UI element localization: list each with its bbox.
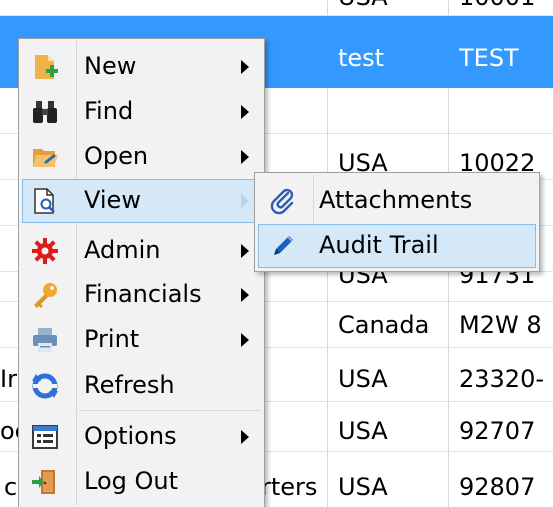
country-cell: test bbox=[338, 44, 385, 72]
view-submenu: Attachments Audit Trail bbox=[254, 172, 540, 272]
country-cell: USA bbox=[338, 0, 388, 12]
menu-item-print[interactable]: Print bbox=[22, 318, 261, 362]
menu-item-view[interactable]: View bbox=[22, 179, 261, 223]
name-cell-tail: rters bbox=[261, 473, 318, 501]
new-document-icon bbox=[35, 55, 58, 79]
menu-item-label: Log Out bbox=[84, 467, 179, 495]
menu-item-label: Admin bbox=[84, 236, 161, 264]
submenu-item-attachments[interactable]: Attachments bbox=[258, 179, 536, 223]
submenu-arrow-icon bbox=[241, 244, 249, 258]
zip-cell: TEST bbox=[459, 44, 519, 72]
paperclip-icon bbox=[270, 188, 294, 215]
submenu-arrow-icon bbox=[241, 288, 249, 302]
country-cell: USA bbox=[338, 417, 388, 445]
submenu-arrow-icon bbox=[241, 60, 249, 74]
menu-item-label: Open bbox=[84, 142, 149, 170]
table-row[interactable]: USA 10001 bbox=[0, 0, 553, 16]
menu-item-label: Options bbox=[84, 422, 177, 450]
menu-item-log-out[interactable]: Log Out bbox=[22, 460, 261, 504]
name-cell: c bbox=[4, 473, 18, 501]
menu-item-admin[interactable]: Admin bbox=[22, 229, 261, 273]
pencil-icon bbox=[274, 236, 293, 255]
refresh-icon bbox=[32, 373, 58, 399]
menu-item-label: Financials bbox=[84, 280, 202, 308]
menu-separator bbox=[79, 410, 261, 411]
country-cell: USA bbox=[338, 473, 388, 501]
binoculars-icon bbox=[33, 101, 57, 123]
submenu-arrow-icon bbox=[241, 105, 249, 119]
options-icon bbox=[32, 425, 58, 449]
menu-item-label: Print bbox=[84, 325, 140, 353]
zip-cell: 23320- bbox=[459, 365, 545, 393]
submenu-arrow-icon bbox=[241, 150, 249, 164]
menu-item-label: Attachments bbox=[319, 186, 473, 214]
menu-item-refresh[interactable]: Refresh bbox=[22, 364, 261, 408]
view-document-icon bbox=[34, 188, 55, 214]
zip-cell: M2W 8 bbox=[459, 311, 542, 339]
key-icon bbox=[34, 283, 57, 308]
context-menu: New Find Open View Admin Financials Prin… bbox=[18, 38, 265, 507]
menu-item-label: Audit Trail bbox=[319, 231, 439, 259]
menu-item-new[interactable]: New bbox=[22, 45, 261, 89]
country-cell: Canada bbox=[338, 311, 430, 339]
menu-item-label: New bbox=[84, 52, 137, 80]
printer-icon bbox=[33, 328, 57, 352]
submenu-arrow-icon bbox=[241, 333, 249, 347]
submenu-arrow-icon bbox=[241, 194, 249, 208]
submenu-item-audit-trail[interactable]: Audit Trail bbox=[258, 224, 536, 268]
menu-item-open[interactable]: Open bbox=[22, 135, 261, 179]
menu-item-label: View bbox=[84, 186, 141, 214]
menu-item-find[interactable]: Find bbox=[22, 90, 261, 134]
zip-cell: 10001 bbox=[459, 0, 535, 12]
exit-door-icon bbox=[32, 470, 55, 494]
country-cell: USA bbox=[338, 365, 388, 393]
submenu-arrow-icon bbox=[241, 430, 249, 444]
gear-icon bbox=[32, 238, 58, 264]
name-cell: Ir bbox=[0, 365, 17, 393]
zip-cell: 92707 bbox=[459, 417, 536, 445]
menu-item-financials[interactable]: Financials bbox=[22, 273, 261, 317]
menu-item-options[interactable]: Options bbox=[22, 415, 261, 459]
open-folder-icon bbox=[33, 149, 58, 167]
zip-cell: 92807 bbox=[459, 473, 536, 501]
menu-item-label: Refresh bbox=[84, 371, 175, 399]
menu-item-label: Find bbox=[84, 97, 134, 125]
